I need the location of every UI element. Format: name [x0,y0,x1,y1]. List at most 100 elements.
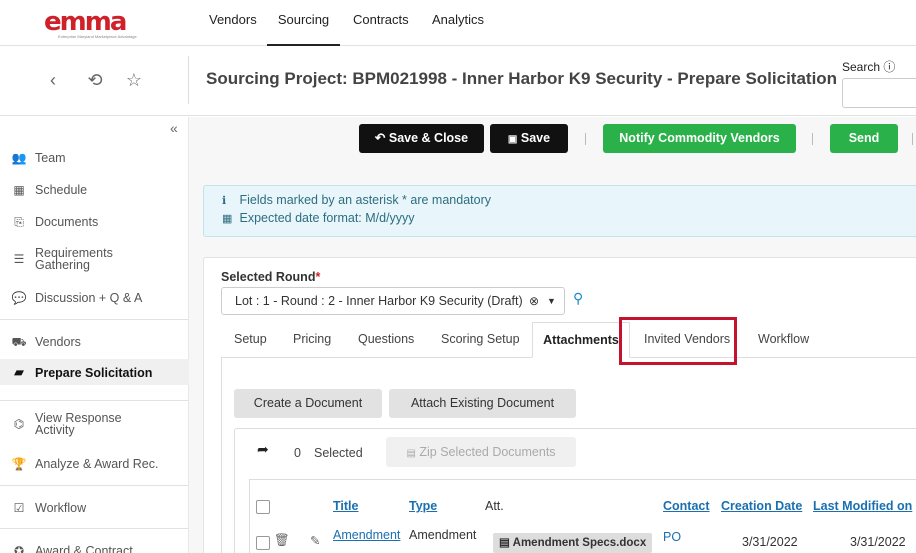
sidebar-item-label: Award & Contract [35,544,133,553]
header-divider [188,56,189,104]
row-title[interactable]: Amendment [333,528,400,542]
tab-workflow[interactable]: Workflow [758,322,809,358]
info-alert: ℹ Fields marked by an asterisk * are man… [203,185,916,237]
undo-icon: ↶ [374,131,386,145]
round-select-value: Lot : 1 - Round : 2 - Inner Harbor K9 Se… [235,294,523,308]
sidebar-item-analyze-award[interactable]: 🏆 Analyze & Award Rec. [0,456,189,472]
sidebar-item-vendors[interactable]: ⛟ Vendors [0,334,189,350]
trash-icon[interactable]: 🗑 [274,533,290,548]
nav-contracts[interactable]: Contracts [353,0,409,46]
sidebar-item-view-response[interactable]: ⌬ View Response Activity [0,412,189,438]
share-icon[interactable]: ➦ [257,441,269,458]
zip-selected-button[interactable]: ▤ Zip Selected Documents [386,437,576,467]
sidebar-item-prepare-solicitation[interactable]: ▰ Prepare Solicitation [0,359,189,385]
create-document-button[interactable]: Create a Document [234,389,382,418]
column-contact[interactable]: Contact [663,499,710,513]
file-icon: ▤ [406,448,416,459]
sidebar-item-label: Team [35,151,66,165]
sidebar-item-label: Workflow [35,501,87,515]
info-circle-icon: ℹ [222,195,227,207]
row-contact[interactable]: PO [663,530,681,544]
sidebar-item-label: Prepare Solicitation [35,366,153,380]
sidebar-item-label: Requirements Gathering [35,246,113,272]
sidebar-divider [0,400,189,401]
sidebar-item-discussion[interactable]: 💬 Discussion + Q & A [0,290,189,306]
tab-questions[interactable]: Questions [358,322,414,358]
select-all-checkbox[interactable] [256,500,270,514]
sidebar-item-documents[interactable]: ⎘ Documents [0,214,189,230]
sidebar-item-requirements[interactable]: ☰ Requirements Gathering [0,247,189,273]
mandatory-note: ℹ Fields marked by an asterisk * are man… [222,193,491,207]
clear-icon[interactable]: ⊗ [529,288,539,314]
tab-scoring-setup[interactable]: Scoring Setup [441,322,520,358]
sidebar-item-team[interactable]: 👥 Team [0,150,189,166]
column-type[interactable]: Type [409,499,437,513]
sidebar-divider [0,485,189,486]
search-input[interactable] [842,78,916,108]
invited-vendors-highlight [619,317,737,365]
team-icon: 👥 [11,151,27,165]
discussion-icon: 💬 [11,291,27,305]
award-icon: ✪ [13,544,25,553]
calendar-icon: ▦ [13,183,25,197]
collapse-sidebar-icon[interactable]: « [170,120,178,136]
nav-sourcing[interactable]: Sourcing [267,0,340,46]
save-close-label: Save & Close [388,131,469,145]
attachment-name: Amendment Specs.docx [512,537,647,549]
binoculars-icon: ⌬ [13,417,25,431]
calendar-icon: ▦ [222,213,233,225]
selected-count: 0 [294,446,301,460]
sidebar-item-workflow[interactable]: ☑ Workflow [0,500,189,516]
chevron-down-icon[interactable]: ▼ [547,288,556,314]
column-creation-date[interactable]: Creation Date [721,499,802,513]
row-creation-date: 3/31/2022 [742,535,798,549]
page-title: Sourcing Project: BPM021998 - Inner Harb… [206,69,838,88]
sidebar-divider [0,528,189,529]
back-icon[interactable]: ‹ [41,68,65,92]
page-header: ‹ ⟲ ☆ Sourcing Project: BPM021998 - Inne… [0,46,916,116]
save-button[interactable]: ▣ Save [490,124,568,153]
attachments-table: Title Type Att. Contact Creation Date La… [249,479,916,553]
info-icon[interactable]: ⓘ [883,60,895,74]
notify-vendors-button[interactable]: Notify Commodity Vendors [603,124,796,153]
logo-wordmark: emma [44,7,127,37]
round-label-text: Selected Round [221,270,316,284]
send-button[interactable]: Send [830,124,898,153]
sidebar-item-label: Documents [35,215,99,229]
sidebar-item-label: Vendors [35,335,81,349]
sidebar-item-label: Discussion + Q & A [35,291,143,305]
trophy-icon: 🏆 [11,457,27,471]
nav-vendors[interactable]: Vendors [209,0,257,46]
attachment-chip[interactable]: ▤ Amendment Specs.docx [493,533,653,553]
main-content: ↶ Save & Close ▣ Save Notify Commodity V… [189,117,916,553]
row-type: Amendment [409,528,477,542]
tab-setup[interactable]: Setup [234,322,267,358]
edit-icon[interactable]: ✎ [310,533,320,548]
documents-panel: ➦ 0 Selected ▤ Zip Selected Documents Ti… [234,428,916,553]
tab-attachments[interactable]: Attachments [532,322,630,358]
search-icon[interactable]: ⚲ [573,290,583,307]
round-select[interactable]: Lot : 1 - Round : 2 - Inner Harbor K9 Se… [221,287,565,315]
sidebar-item-label: View Response Activity [35,411,122,437]
save-close-button[interactable]: ↶ Save & Close [359,124,484,153]
list-icon: ☰ [13,252,25,266]
column-title[interactable]: Title [333,499,358,513]
date-format-text: Expected date format: M/d/yyyy [239,211,415,225]
solicitation-panel: Selected Round* Lot : 1 - Round : 2 - In… [203,257,916,553]
nav-analytics[interactable]: Analytics [432,0,484,46]
save-label: Save [520,131,551,145]
mandatory-text: Fields marked by an asterisk * are manda… [239,193,491,207]
sidebar-item-label: Analyze & Award Rec. [35,457,159,471]
column-last-modified[interactable]: Last Modified on [813,499,912,513]
star-icon[interactable]: ☆ [122,68,146,92]
row-checkbox[interactable] [256,536,270,550]
toolbar-separator [912,133,913,145]
tab-pricing[interactable]: Pricing [293,322,331,358]
history-icon[interactable]: ⟲ [83,68,107,92]
attach-existing-button[interactable]: Attach Existing Document [389,389,576,418]
row-last-modified: 3/31/2022 [850,535,906,549]
sidebar-item-schedule[interactable]: ▦ Schedule [0,182,189,198]
emma-logo[interactable]: emma Enterprise Maryland Marketplace Adv… [44,7,144,39]
sidebar-item-award-contract[interactable]: ✪ Award & Contract [0,543,189,553]
check-square-icon: ☑ [13,501,25,515]
